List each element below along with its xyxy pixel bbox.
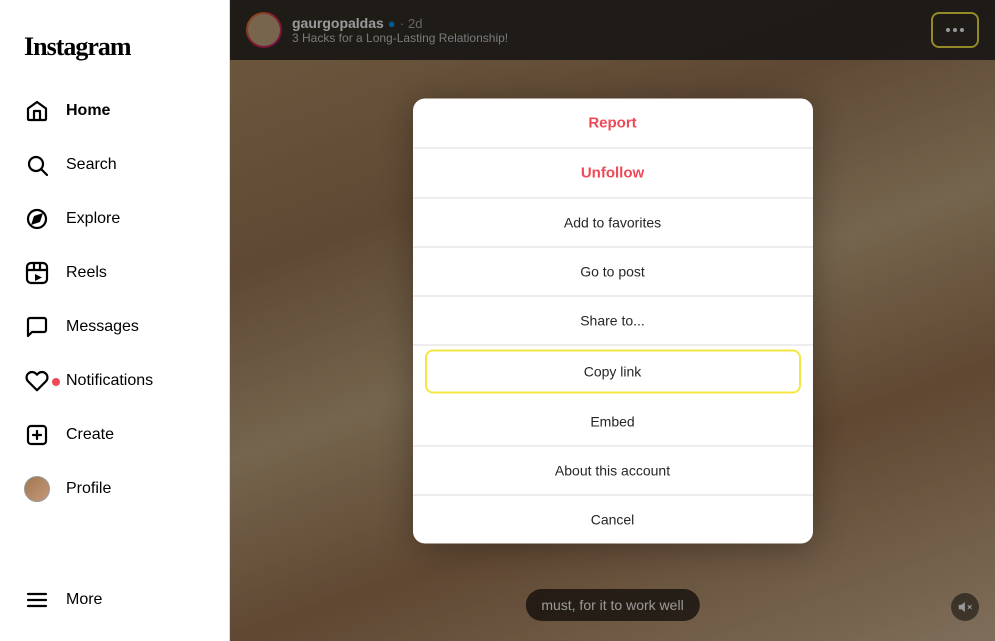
sidebar-item-label: Messages xyxy=(66,318,139,336)
create-icon xyxy=(24,422,50,448)
modal-item-embed[interactable]: Embed xyxy=(413,397,813,446)
sidebar-item-label: Profile xyxy=(66,480,111,498)
sidebar-item-profile[interactable]: Profile xyxy=(12,464,217,514)
modal-item-add-to-favorites[interactable]: Add to favorites xyxy=(413,198,813,247)
instagram-logo: Instagram xyxy=(12,16,217,86)
notifications-icon xyxy=(24,368,50,394)
profile-avatar xyxy=(24,476,50,502)
modal-item-copy-link[interactable]: Copy link xyxy=(425,349,801,393)
modal-item-share-to[interactable]: Share to... xyxy=(413,296,813,345)
modal-item-unfollow[interactable]: Unfollow xyxy=(413,148,813,198)
options-modal: Report Unfollow Add to favorites Go to p… xyxy=(413,98,813,543)
modal-item-cancel[interactable]: Cancel xyxy=(413,495,813,543)
sidebar-item-create[interactable]: Create xyxy=(12,410,217,460)
modal-item-go-to-post[interactable]: Go to post xyxy=(413,247,813,296)
explore-icon xyxy=(24,206,50,232)
notification-badge xyxy=(52,378,60,386)
sidebar-item-label: Create xyxy=(66,426,114,444)
sidebar-item-reels[interactable]: Reels xyxy=(12,248,217,298)
sidebar-item-more[interactable]: More xyxy=(12,575,217,625)
messages-icon xyxy=(24,314,50,340)
sidebar-item-label: Search xyxy=(66,156,117,174)
sidebar-item-explore[interactable]: Explore xyxy=(12,194,217,244)
modal-item-about-this-account[interactable]: About this account xyxy=(413,446,813,495)
main-content: gaurgopaldas ● · 2d 3 Hacks for a Long-L… xyxy=(230,0,995,641)
reels-icon xyxy=(24,260,50,286)
sidebar-item-label: Notifications xyxy=(66,372,153,390)
more-icon xyxy=(24,587,50,613)
sidebar-item-label: More xyxy=(66,591,102,609)
sidebar-item-home[interactable]: Home xyxy=(12,86,217,136)
sidebar-item-label: Home xyxy=(66,102,110,120)
modal-item-report[interactable]: Report xyxy=(413,98,813,148)
sidebar-item-label: Reels xyxy=(66,264,107,282)
search-icon xyxy=(24,152,50,178)
sidebar-nav: Home Search Explore xyxy=(12,86,217,575)
sidebar-item-label: Explore xyxy=(66,210,120,228)
sidebar-item-search[interactable]: Search xyxy=(12,140,217,190)
sidebar-item-messages[interactable]: Messages xyxy=(12,302,217,352)
home-icon xyxy=(24,98,50,124)
sidebar: Instagram Home Search xyxy=(0,0,230,641)
sidebar-item-notifications[interactable]: Notifications xyxy=(12,356,217,406)
